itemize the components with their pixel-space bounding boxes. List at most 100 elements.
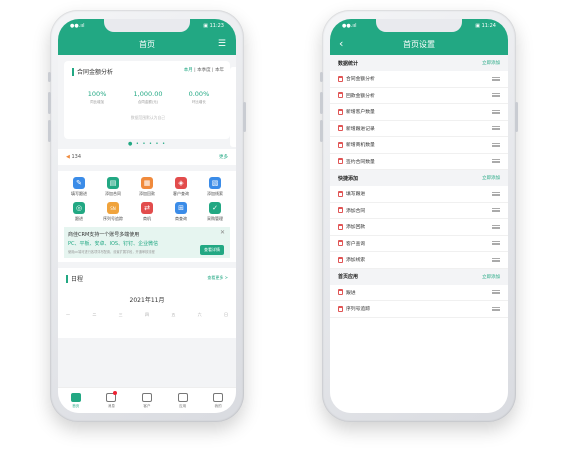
settings-item-label: 合同金额分析 — [346, 77, 375, 83]
stat-label: 合同金额(元) — [137, 100, 159, 104]
trash-icon[interactable] — [338, 256, 343, 263]
phone-power-button — [515, 102, 518, 132]
quick-action-label: 添加合同 — [105, 191, 121, 196]
trash-icon[interactable] — [338, 141, 343, 148]
trash-icon[interactable] — [338, 207, 343, 214]
drag-handle-icon[interactable] — [492, 191, 500, 196]
settings-item: 新增商机数量 — [330, 137, 508, 154]
quick-action-item[interactable]: ✎ 填写跟进 — [64, 177, 94, 197]
quick-action-item[interactable]: ⊞ 商查询 — [166, 202, 196, 222]
drag-handle-icon[interactable] — [492, 76, 500, 81]
tab-profile[interactable]: 我的 — [204, 392, 232, 409]
trash-icon[interactable] — [338, 223, 343, 230]
section-title: 快捷添加 — [338, 175, 359, 182]
section-title: 首页应用 — [338, 274, 359, 280]
tab-message[interactable]: 消息 — [97, 390, 125, 409]
settings-item-label: 客户查询 — [346, 241, 366, 247]
drag-handle-icon[interactable] — [492, 142, 500, 147]
trash-icon[interactable] — [338, 75, 343, 82]
quick-action-item[interactable]: SN 序列号追踪 — [98, 202, 128, 222]
quick-action-label: 采购管理 — [207, 216, 223, 221]
section-title: 数据统计 — [338, 60, 359, 67]
trash-icon[interactable] — [338, 190, 343, 197]
notice-bar[interactable]: ◀ 134 更多 — [58, 149, 236, 165]
schedule-more-link[interactable]: 查看更多 > — [207, 275, 228, 281]
megaphone-icon: ◀ — [66, 154, 70, 160]
promo-details-button[interactable]: 查看详情 — [200, 245, 224, 255]
weekday-row: 一二三四五六日 — [66, 312, 228, 318]
quick-action-icon: ⊞ — [175, 202, 187, 214]
quick-action-item[interactable]: ◎ 跟进 — [64, 202, 94, 222]
quick-action-item[interactable]: ▦ 添加回款 — [132, 177, 162, 197]
weekday-label: 一 — [66, 312, 70, 317]
settings-item-label: 新增跟进记录 — [346, 126, 375, 132]
trash-icon[interactable] — [338, 125, 343, 132]
trash-icon[interactable] — [338, 92, 343, 99]
quick-action-label: 添加线索 — [207, 191, 223, 196]
drag-handle-icon[interactable] — [492, 290, 500, 295]
trash-icon[interactable] — [338, 305, 343, 312]
settings-item-left: 新增商机数量 — [338, 141, 375, 148]
menu-icon[interactable]: ☰ — [218, 39, 226, 49]
drag-handle-icon[interactable] — [492, 126, 500, 131]
settings-item-label: 添加回款 — [346, 225, 366, 231]
quick-action-item[interactable]: ⇄ 商机 — [132, 202, 162, 222]
stat-amount: 1,000.00 合同金额(元) — [123, 90, 173, 105]
settings-item: 跟进 — [330, 285, 508, 301]
carousel-dots[interactable]: ● • • • • • — [58, 141, 236, 147]
quick-action-item[interactable]: ▤ 添加合同 — [98, 177, 128, 197]
period-quarter[interactable]: 本季度 — [197, 68, 211, 73]
right-phone: ●●.ııl ▣ 11:24 ‹ 首页设置 数据统计 立即添加 合同金额分析 回款金额… — [320, 10, 518, 422]
drag-handle-icon[interactable] — [492, 109, 500, 114]
settings-item: 签约合同数量 — [330, 154, 508, 170]
period-month[interactable]: 本月 — [184, 68, 193, 73]
add-now-link[interactable]: 立即添加 — [482, 60, 500, 66]
settings-item-left: 合同金额分析 — [338, 75, 375, 82]
battery-time: ▣ 11:23 — [203, 23, 224, 29]
promo-note: 使用pc端可进行各项详尽配置，设置扩展字段，开通审核流程 — [68, 250, 155, 254]
notice-more-link[interactable]: 更多 — [219, 154, 228, 160]
drag-handle-icon[interactable] — [492, 159, 500, 164]
promo-title: 商佳CRM支持一个账号多端使用 — [68, 232, 140, 238]
close-icon[interactable]: ✕ — [220, 229, 225, 236]
tab-customer[interactable]: 客户 — [133, 392, 161, 409]
drag-handle-icon[interactable] — [492, 257, 500, 262]
drag-handle-icon[interactable] — [492, 306, 500, 311]
trash-icon[interactable] — [338, 240, 343, 247]
add-now-link[interactable]: 立即添加 — [482, 175, 500, 181]
data-scope-note: 数据范围默认为自己 — [130, 115, 166, 120]
phone-power-button — [243, 102, 246, 132]
tab-home[interactable]: 首页 — [62, 392, 90, 409]
quick-actions-grid: ✎ 填写跟进 ▤ 添加合同 ▦ 添加回款 ◈ 客户查询 ▧ 添加线索 ◎ 跟进 SN 序列号追踪 ⇄ 商机 ⊞… — [58, 171, 236, 262]
settings-item-label: 填写跟进 — [346, 192, 366, 198]
trash-icon[interactable] — [338, 158, 343, 165]
schedule-card: 日程 查看更多 > 2021年11月 一 二 三 四 五 六 日 — [58, 268, 236, 338]
drag-handle-icon[interactable] — [492, 93, 500, 98]
settings-item: 新增跟进记录 — [330, 121, 508, 137]
settings-item: 添加合同 — [330, 203, 508, 219]
settings-item-label: 序列号追踪 — [346, 307, 370, 313]
quick-action-icon: ✓ — [209, 202, 221, 214]
trash-icon[interactable] — [338, 108, 343, 115]
phone-volume-down — [320, 120, 323, 142]
drag-handle-icon[interactable] — [492, 241, 500, 246]
quick-action-item[interactable]: ◈ 客户查询 — [166, 177, 196, 197]
quick-action-icon: ⇄ — [141, 202, 153, 214]
quick-action-item[interactable]: ✓ 采购管理 — [200, 202, 230, 222]
left-phone: ●●.ııl ▣ 11:23 首页 ☰ 合同金额分析 本月 | 本季度 | 本年 — [48, 10, 246, 422]
page-title: 首页 — [139, 39, 155, 49]
add-now-link[interactable]: 立即添加 — [482, 274, 500, 280]
settings-list: 数据统计 立即添加 合同金额分析 回款金额分析 新增客户数量 新增跟进记录 新增商机数量 签约… — [330, 55, 508, 413]
home-icon — [70, 392, 81, 402]
back-icon[interactable]: ‹ — [339, 37, 343, 50]
phone-volume-up — [320, 92, 323, 114]
drag-handle-icon[interactable] — [492, 208, 500, 213]
trash-icon[interactable] — [338, 289, 343, 296]
stat-label: 同比增加 — [90, 100, 105, 104]
drag-handle-icon[interactable] — [492, 224, 500, 229]
quick-action-item[interactable]: ▧ 添加线索 — [200, 177, 230, 197]
tab-apps[interactable]: 应用 — [169, 392, 197, 409]
weekday-label: 六 — [197, 312, 202, 317]
contract-analysis-card: 合同金额分析 本月 | 本季度 | 本年 100% 同比增加 1,000.00 … — [64, 61, 230, 139]
period-year[interactable]: 本年 — [215, 68, 224, 73]
